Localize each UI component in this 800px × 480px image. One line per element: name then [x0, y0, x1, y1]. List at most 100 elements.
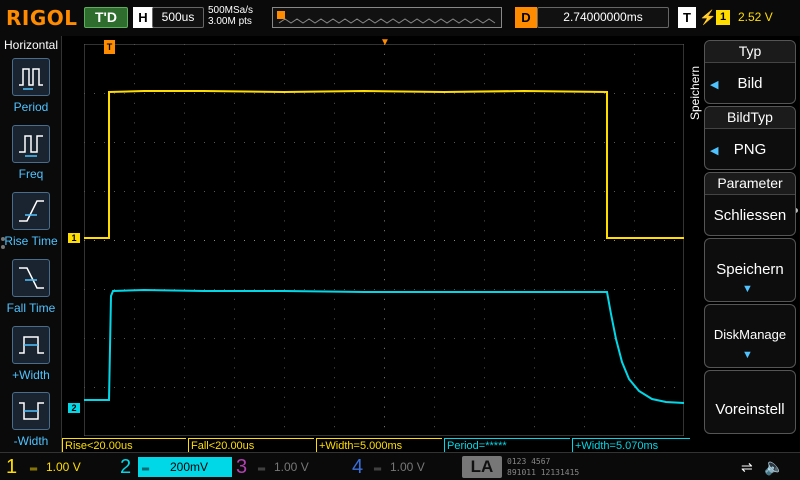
grid-dot	[614, 387, 615, 388]
grid-dot	[314, 191, 315, 192]
grid-dot	[184, 200, 185, 202]
grid-dot	[484, 308, 485, 310]
grid-dot	[634, 161, 635, 163]
grid-dot	[534, 406, 535, 408]
ch2-scale[interactable]: ═ 200mV	[138, 457, 232, 477]
timebase-value[interactable]: 500us	[152, 7, 204, 28]
grid-dot	[304, 142, 305, 143]
run-state-indicator[interactable]: T'D	[84, 7, 128, 28]
grid-dot	[274, 142, 275, 143]
grid-dot	[454, 93, 455, 94]
speaker-mute-icon[interactable]: 🔈	[764, 457, 784, 477]
menu-parameter-button[interactable]: Parameter Schliessen	[704, 172, 796, 236]
grid-dot	[284, 210, 285, 212]
grid-dot	[374, 191, 375, 192]
ch4-scale[interactable]: ═ 1.00 V	[370, 457, 458, 477]
grid-dot	[484, 210, 485, 212]
measurement-fall[interactable]: Fall<20.00us	[188, 438, 314, 452]
menu-speichern-button[interactable]: Speichern ▼	[704, 238, 796, 302]
grid-dot	[264, 387, 265, 388]
ch1-scale[interactable]: ═ 1.00 V	[26, 457, 114, 477]
grid-dot	[194, 387, 195, 388]
grid-dot	[564, 289, 565, 290]
measure-neg-width-button[interactable]: -Width	[0, 392, 62, 458]
grid-dot	[184, 308, 185, 310]
grid-dot	[184, 279, 185, 281]
ch3-scale[interactable]: ═ 1.00 V	[254, 457, 342, 477]
grid-dot	[284, 112, 285, 114]
grid-dot	[614, 142, 615, 143]
grid-dot	[224, 93, 225, 94]
grid-dot	[534, 112, 535, 114]
grid-dot	[234, 53, 235, 55]
menu-diskmanage-button[interactable]: DiskManage ▼	[704, 304, 796, 368]
grid-dot	[394, 289, 395, 290]
measurement-pos-width-ch1[interactable]: +Width=5.000ms	[316, 438, 442, 452]
grid-dot	[434, 387, 435, 388]
measurement-pos-width-ch2[interactable]: +Width=5.070ms	[572, 438, 690, 452]
grid-dot	[384, 171, 385, 173]
grid-dot	[294, 387, 295, 388]
grid-dot	[184, 161, 185, 163]
grid-dot	[334, 249, 335, 251]
grid-dot	[464, 191, 465, 192]
grid-dot	[634, 347, 635, 349]
menu-bildtyp-button[interactable]: BildTyp ◀ PNG	[704, 106, 796, 170]
grid-dot	[184, 367, 185, 369]
grid-dot	[134, 142, 135, 143]
ch2-offset-marker[interactable]: 2	[68, 403, 80, 413]
grid-dot	[584, 112, 585, 114]
trigger-level-value[interactable]: 2.52 V	[738, 10, 773, 24]
grid-dot	[534, 83, 535, 85]
grid-dot	[204, 142, 205, 143]
grid-dot	[484, 387, 485, 388]
grid-dot	[434, 406, 435, 408]
ch1-number[interactable]: 1	[6, 456, 17, 478]
grid-dot	[84, 240, 85, 241]
measure-pos-width-button[interactable]: +Width	[0, 326, 62, 392]
grid-dot	[584, 289, 585, 290]
grid-dot	[304, 387, 305, 388]
grid-dot	[84, 289, 85, 290]
grid-dot	[434, 347, 435, 349]
measure-freq-button[interactable]: Freq	[0, 125, 62, 191]
grid-dot	[594, 387, 595, 388]
grid-dot	[414, 142, 415, 143]
grid-dot	[284, 298, 285, 300]
grid-dot	[634, 357, 635, 359]
grid-dot	[84, 338, 85, 339]
grid-dot	[644, 387, 645, 388]
menu-voreinstell-button[interactable]: Voreinstell	[704, 370, 796, 434]
dc-coupling-icon: ═	[142, 464, 150, 475]
menu-title: Typ	[738, 43, 762, 59]
grid-dot	[114, 387, 115, 388]
grid-dot	[664, 240, 665, 241]
grid-dot	[424, 142, 425, 143]
measure-fall-time-button[interactable]: Fall Time	[0, 259, 62, 325]
measurement-period[interactable]: Period=*****	[444, 438, 570, 452]
grid-dot	[244, 191, 245, 192]
grid-dot	[284, 367, 285, 369]
grid-dot	[514, 93, 515, 94]
trigger-source-badge[interactable]: 1	[716, 10, 730, 25]
waveform-grid[interactable]	[84, 44, 684, 436]
ch4-number[interactable]: 4	[352, 456, 363, 478]
delay-value[interactable]: 2.74000000ms	[537, 7, 669, 28]
grid-dot	[264, 93, 265, 94]
grid-dot	[274, 240, 275, 241]
measure-period-button[interactable]: Period	[0, 58, 62, 124]
grid-dot	[124, 142, 125, 143]
trigger-time-marker[interactable]: T	[104, 40, 115, 54]
measure-rise-time-button[interactable]: Rise Time	[0, 192, 62, 258]
ch3-number[interactable]: 3	[236, 456, 247, 478]
logic-analyzer-button[interactable]: LA	[462, 456, 502, 478]
grid-dot	[384, 347, 385, 349]
ch2-number[interactable]: 2	[120, 456, 131, 478]
grid-dot	[634, 406, 635, 408]
ch1-offset-marker[interactable]: 1	[68, 233, 80, 243]
grid-dot	[164, 240, 165, 241]
grid-dot	[664, 387, 665, 388]
measurement-rise[interactable]: Rise<20.00us	[62, 438, 186, 452]
grid-dot	[384, 83, 385, 85]
menu-typ-button[interactable]: Typ ◀ Bild	[704, 40, 796, 104]
